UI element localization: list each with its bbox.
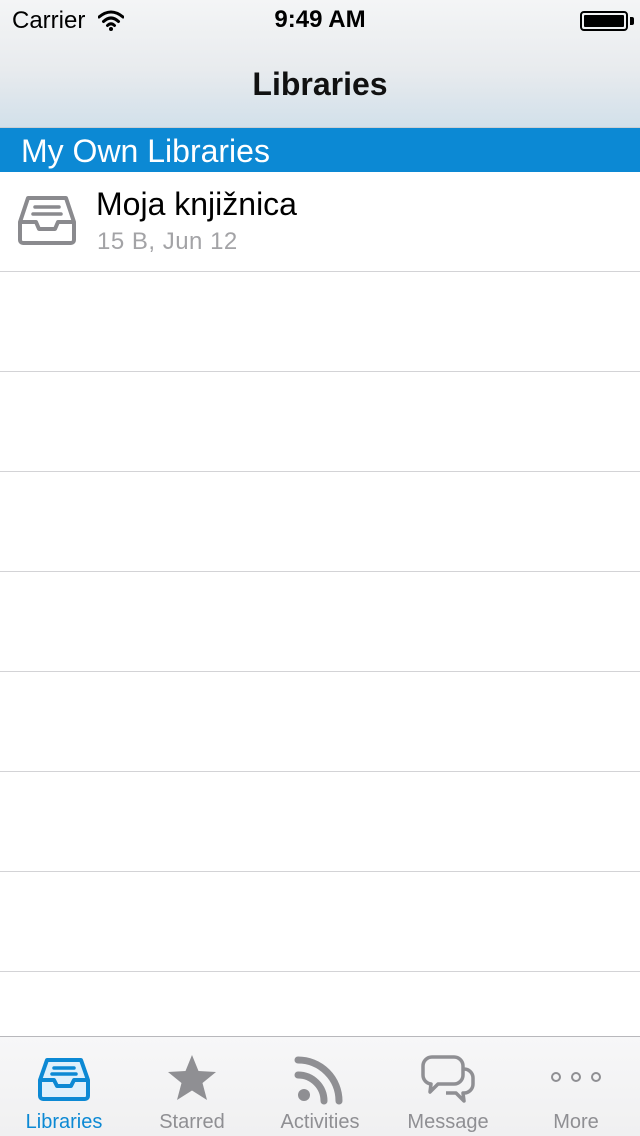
tab-label: Activities [280,1111,360,1133]
library-name: Moja knjižnica [96,186,297,222]
battery-icon [580,11,628,31]
more-dots-icon [551,1072,601,1082]
inbox-tray-icon [18,196,76,245]
empty-row [0,272,640,372]
library-row[interactable]: Moja knjižnica 15 B, Jun 12 [0,172,640,272]
inbox-tray-icon [38,1058,90,1101]
tab-starred[interactable]: Starred [128,1037,256,1136]
tab-activities[interactable]: Activities [256,1037,384,1136]
empty-row [0,672,640,772]
empty-row [0,972,640,1036]
empty-row [0,872,640,972]
navigation-bar: Carrier 9:49 AM Libraries [0,0,640,128]
battery-tip [630,17,634,25]
tab-more[interactable]: More [512,1037,640,1136]
rss-feed-icon [294,1056,343,1105]
empty-row [0,772,640,872]
section-header-my-own-libraries: My Own Libraries [0,128,640,172]
library-meta: 15 B, Jun 12 [97,228,238,255]
tab-bar: Libraries Starred Activities Message Mor… [0,1036,640,1136]
battery-level-fill [584,15,624,27]
tab-message[interactable]: Message [384,1037,512,1136]
tab-label: More [553,1111,599,1133]
page-title: Libraries [252,66,388,102]
chat-bubbles-icon [421,1055,475,1103]
status-bar: Carrier 9:49 AM [0,0,640,40]
empty-row [0,472,640,572]
tab-label: Message [407,1111,489,1133]
tab-libraries[interactable]: Libraries [0,1037,128,1136]
tab-label: Starred [159,1111,225,1133]
library-list[interactable]: Moja knjižnica 15 B, Jun 12 [0,172,640,1036]
star-icon [168,1055,216,1100]
status-time: 9:49 AM [274,6,366,33]
empty-row [0,372,640,472]
tab-label: Libraries [25,1111,103,1133]
empty-row [0,572,640,672]
